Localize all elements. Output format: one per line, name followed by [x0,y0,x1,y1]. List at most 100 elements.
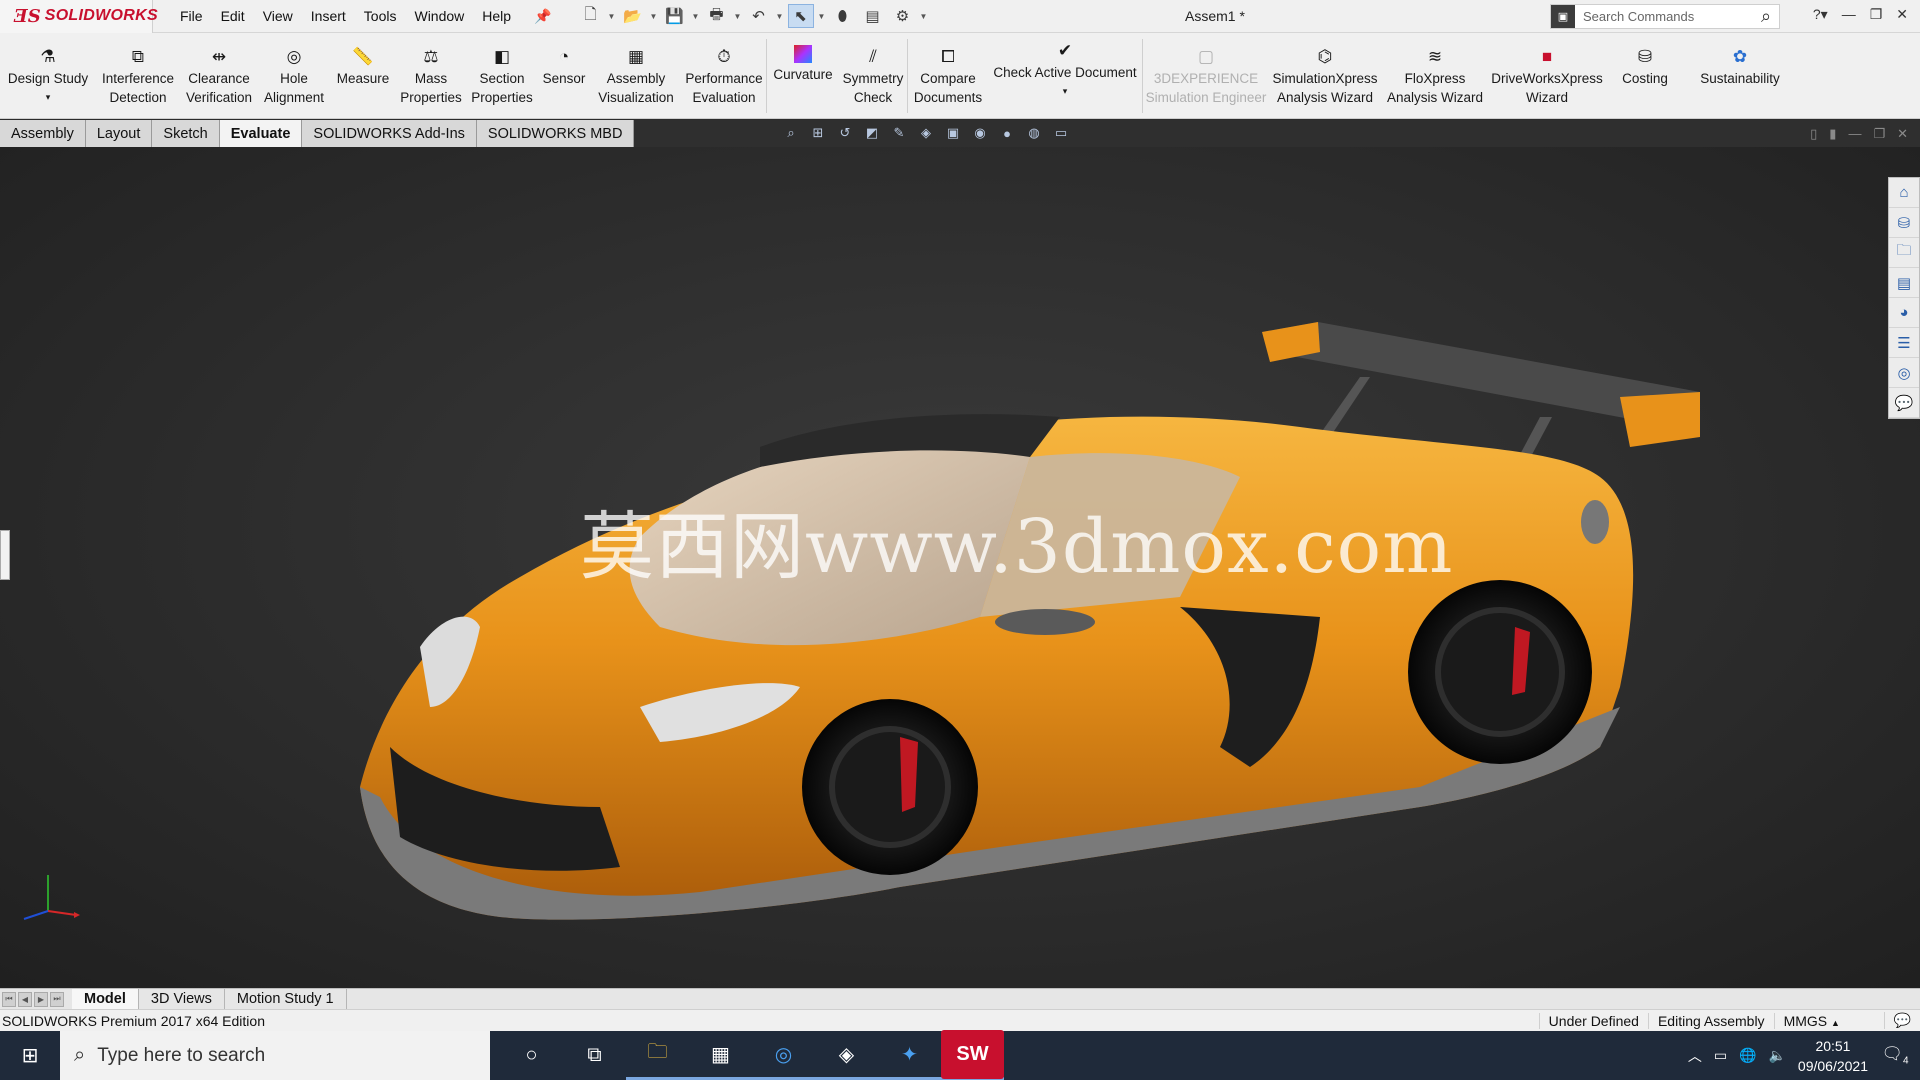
taskbar-search[interactable]: ⌕ Type here to search [60,1031,490,1080]
tab-solidworks-mbd[interactable]: SOLIDWORKS MBD [476,120,635,147]
tab-assembly[interactable]: Assembly [0,120,86,147]
compare-documents-button[interactable]: ⧠ Compare Documents [908,33,988,107]
tab-motion-study-1[interactable]: Motion Study 1 [225,988,347,1010]
section-properties-button[interactable]: ◧ Section Properties [466,33,538,107]
assembly-visualization-button[interactable]: ▦ Assembly Visualization [590,33,682,107]
hole-alignment-button[interactable]: ◎ Hole Alignment [258,33,330,107]
file-explorer-icon[interactable]: ▤ [1889,268,1919,298]
search-input[interactable]: Search Commands [1575,9,1753,24]
display-style-icon[interactable]: ▣ [944,124,962,142]
menu-help[interactable]: Help [473,8,520,24]
chevron-down-icon[interactable]: ▼ [650,12,658,21]
interference-detection-button[interactable]: ⧉ Interference Detection [96,33,180,107]
community-icon[interactable]: ◎ [1889,358,1919,388]
pin-icon[interactable]: 📌 [534,8,551,25]
tab-3d-views[interactable]: 3D Views [139,988,225,1010]
tab-solidworks-add-ins[interactable]: SOLIDWORKS Add-Ins [302,120,477,147]
appearances-icon[interactable]: ◕ [1889,298,1919,328]
chevron-down-icon[interactable]: ▼ [920,12,928,21]
menu-window[interactable]: Window [405,8,473,24]
forum-icon[interactable]: 💬 [1889,388,1919,418]
mass-properties-button[interactable]: ⚖ Mass Properties [396,33,466,107]
sustainability-button[interactable]: ✿ Sustainability [1685,33,1795,88]
clock[interactable]: 20:51 09/06/2021 [1798,1036,1868,1076]
chevron-down-icon[interactable]: ▾ [46,88,51,107]
design-library-icon[interactable]: 🗀 [1889,238,1919,268]
tab-layout[interactable]: Layout [85,120,153,147]
windows-start-icon[interactable]: ⊞ [0,1031,60,1080]
close-icon[interactable]: ✕ [1896,6,1908,23]
section-view-icon[interactable]: ◩ [863,124,881,142]
clearance-verification-button[interactable]: ⇹ Clearance Verification [180,33,258,107]
search-commands-field[interactable]: ▣ Search Commands ⌕ [1550,4,1780,29]
symmetry-check-button[interactable]: ⫽ Symmetry Check [839,33,907,107]
units-selector[interactable]: MMGS ▲ [1773,1012,1884,1029]
search-icon[interactable]: ⌕ [1753,6,1779,27]
chevron-down-icon[interactable]: ▾ [1063,82,1068,101]
file-properties-icon[interactable]: ▤ [860,4,886,28]
menu-tools[interactable]: Tools [355,8,406,24]
save-icon[interactable]: 💾 [662,4,688,28]
edit-appearance-icon[interactable]: ● [998,124,1016,142]
file-explorer-icon[interactable]: 🗀 [626,1031,689,1080]
chevron-down-icon[interactable]: ▼ [692,12,700,21]
minimize-icon[interactable]: — [1848,126,1861,142]
panel-collapse-handle[interactable] [0,530,10,580]
taskbar-search-input[interactable]: Type here to search [97,1045,265,1067]
menu-insert[interactable]: Insert [302,8,355,24]
chevron-down-icon[interactable]: ▼ [776,12,784,21]
next-tab-icon[interactable]: ▶ [34,991,48,1007]
help-icon[interactable]: ?▾ [1813,6,1828,23]
tab-model[interactable]: Model [72,988,139,1010]
last-tab-icon[interactable]: ⏭ [50,991,64,1007]
zoom-to-area-icon[interactable]: ⊞ [809,124,827,142]
curvature-button[interactable]: Curvature [767,33,839,84]
rebuild-icon[interactable]: ⬮ [830,4,856,28]
prev-tab-icon[interactable]: ◀ [18,991,32,1007]
tab-evaluate[interactable]: Evaluate [219,120,303,147]
restore-icon[interactable]: ❐ [1873,126,1885,142]
chevron-down-icon[interactable]: ▼ [818,12,826,21]
app-icon[interactable]: ▦ [689,1031,752,1080]
performance-evaluation-button[interactable]: ⏱ Performance Evaluation [682,33,766,107]
view-settings-icon[interactable]: ▭ [1052,124,1070,142]
network-icon[interactable]: 🌐 [1739,1047,1756,1064]
chevron-up-icon[interactable]: ︿ [1688,1046,1702,1066]
solidworks-taskbar-icon[interactable]: SW [941,1029,1004,1080]
floxpress-button[interactable]: ≋ FloXpress Analysis Wizard [1381,33,1489,107]
print-icon[interactable]: 🖶 [704,4,730,28]
volume-icon[interactable]: 🔈 [1768,1047,1785,1064]
home-icon[interactable]: ⌂ [1889,178,1919,208]
close-icon[interactable]: ✕ [1897,126,1908,142]
measure-button[interactable]: 📏 Measure [330,33,396,88]
simulationxpress-button[interactable]: ⌬ SimulationXpress Analysis Wizard [1269,33,1381,107]
hide-show-items-icon[interactable]: ◉ [971,124,989,142]
notifications-icon[interactable]: 🗨4 [1880,1044,1910,1066]
sensor-button[interactable]: ◔ Sensor [538,33,590,88]
first-tab-icon[interactable]: ⏮ [2,991,16,1007]
solidworks-logo[interactable]: ƎS SOLIDWORKS [0,0,158,33]
cortana-icon[interactable]: ○ [500,1031,563,1080]
tooltip-icon[interactable]: 💬 [1883,1012,1920,1029]
custom-properties-icon[interactable]: ☰ [1889,328,1919,358]
minimize-icon[interactable]: — [1842,6,1856,23]
zoom-to-fit-icon[interactable]: ⌕ [782,124,800,142]
restore-icon[interactable]: ❐ [1870,6,1883,23]
view-orientation-icon[interactable]: ◈ [917,124,935,142]
tile-view-icon[interactable]: ▮ [1829,126,1836,142]
search-scope-icon[interactable]: ▣ [1551,5,1575,28]
open-folder-icon[interactable]: 📂 [620,4,646,28]
new-document-icon[interactable]: 🗋 [578,4,604,28]
battery-icon[interactable]: ▭ [1714,1047,1727,1064]
graphics-area[interactable]: 莫西网www.3dmox.com ⌂ ⛁ 🗀 ▤ ◕ ☰ ◎ 💬 [0,147,1920,988]
select-cursor-icon[interactable]: ⬉ [787,4,814,28]
previous-view-icon[interactable]: ↺ [836,124,854,142]
app-icon[interactable]: ✦ [878,1031,941,1080]
tab-sketch[interactable]: Sketch [152,120,220,147]
menu-file[interactable]: File [171,8,212,24]
costing-button[interactable]: ⛁ Costing [1605,33,1685,88]
menu-edit[interactable]: Edit [212,8,254,24]
driveworksxpress-button[interactable]: ■ DriveWorksXpress Wizard [1489,33,1605,107]
apply-scene-icon[interactable]: ◍ [1025,124,1043,142]
split-view-icon[interactable]: ▯ [1810,126,1817,142]
